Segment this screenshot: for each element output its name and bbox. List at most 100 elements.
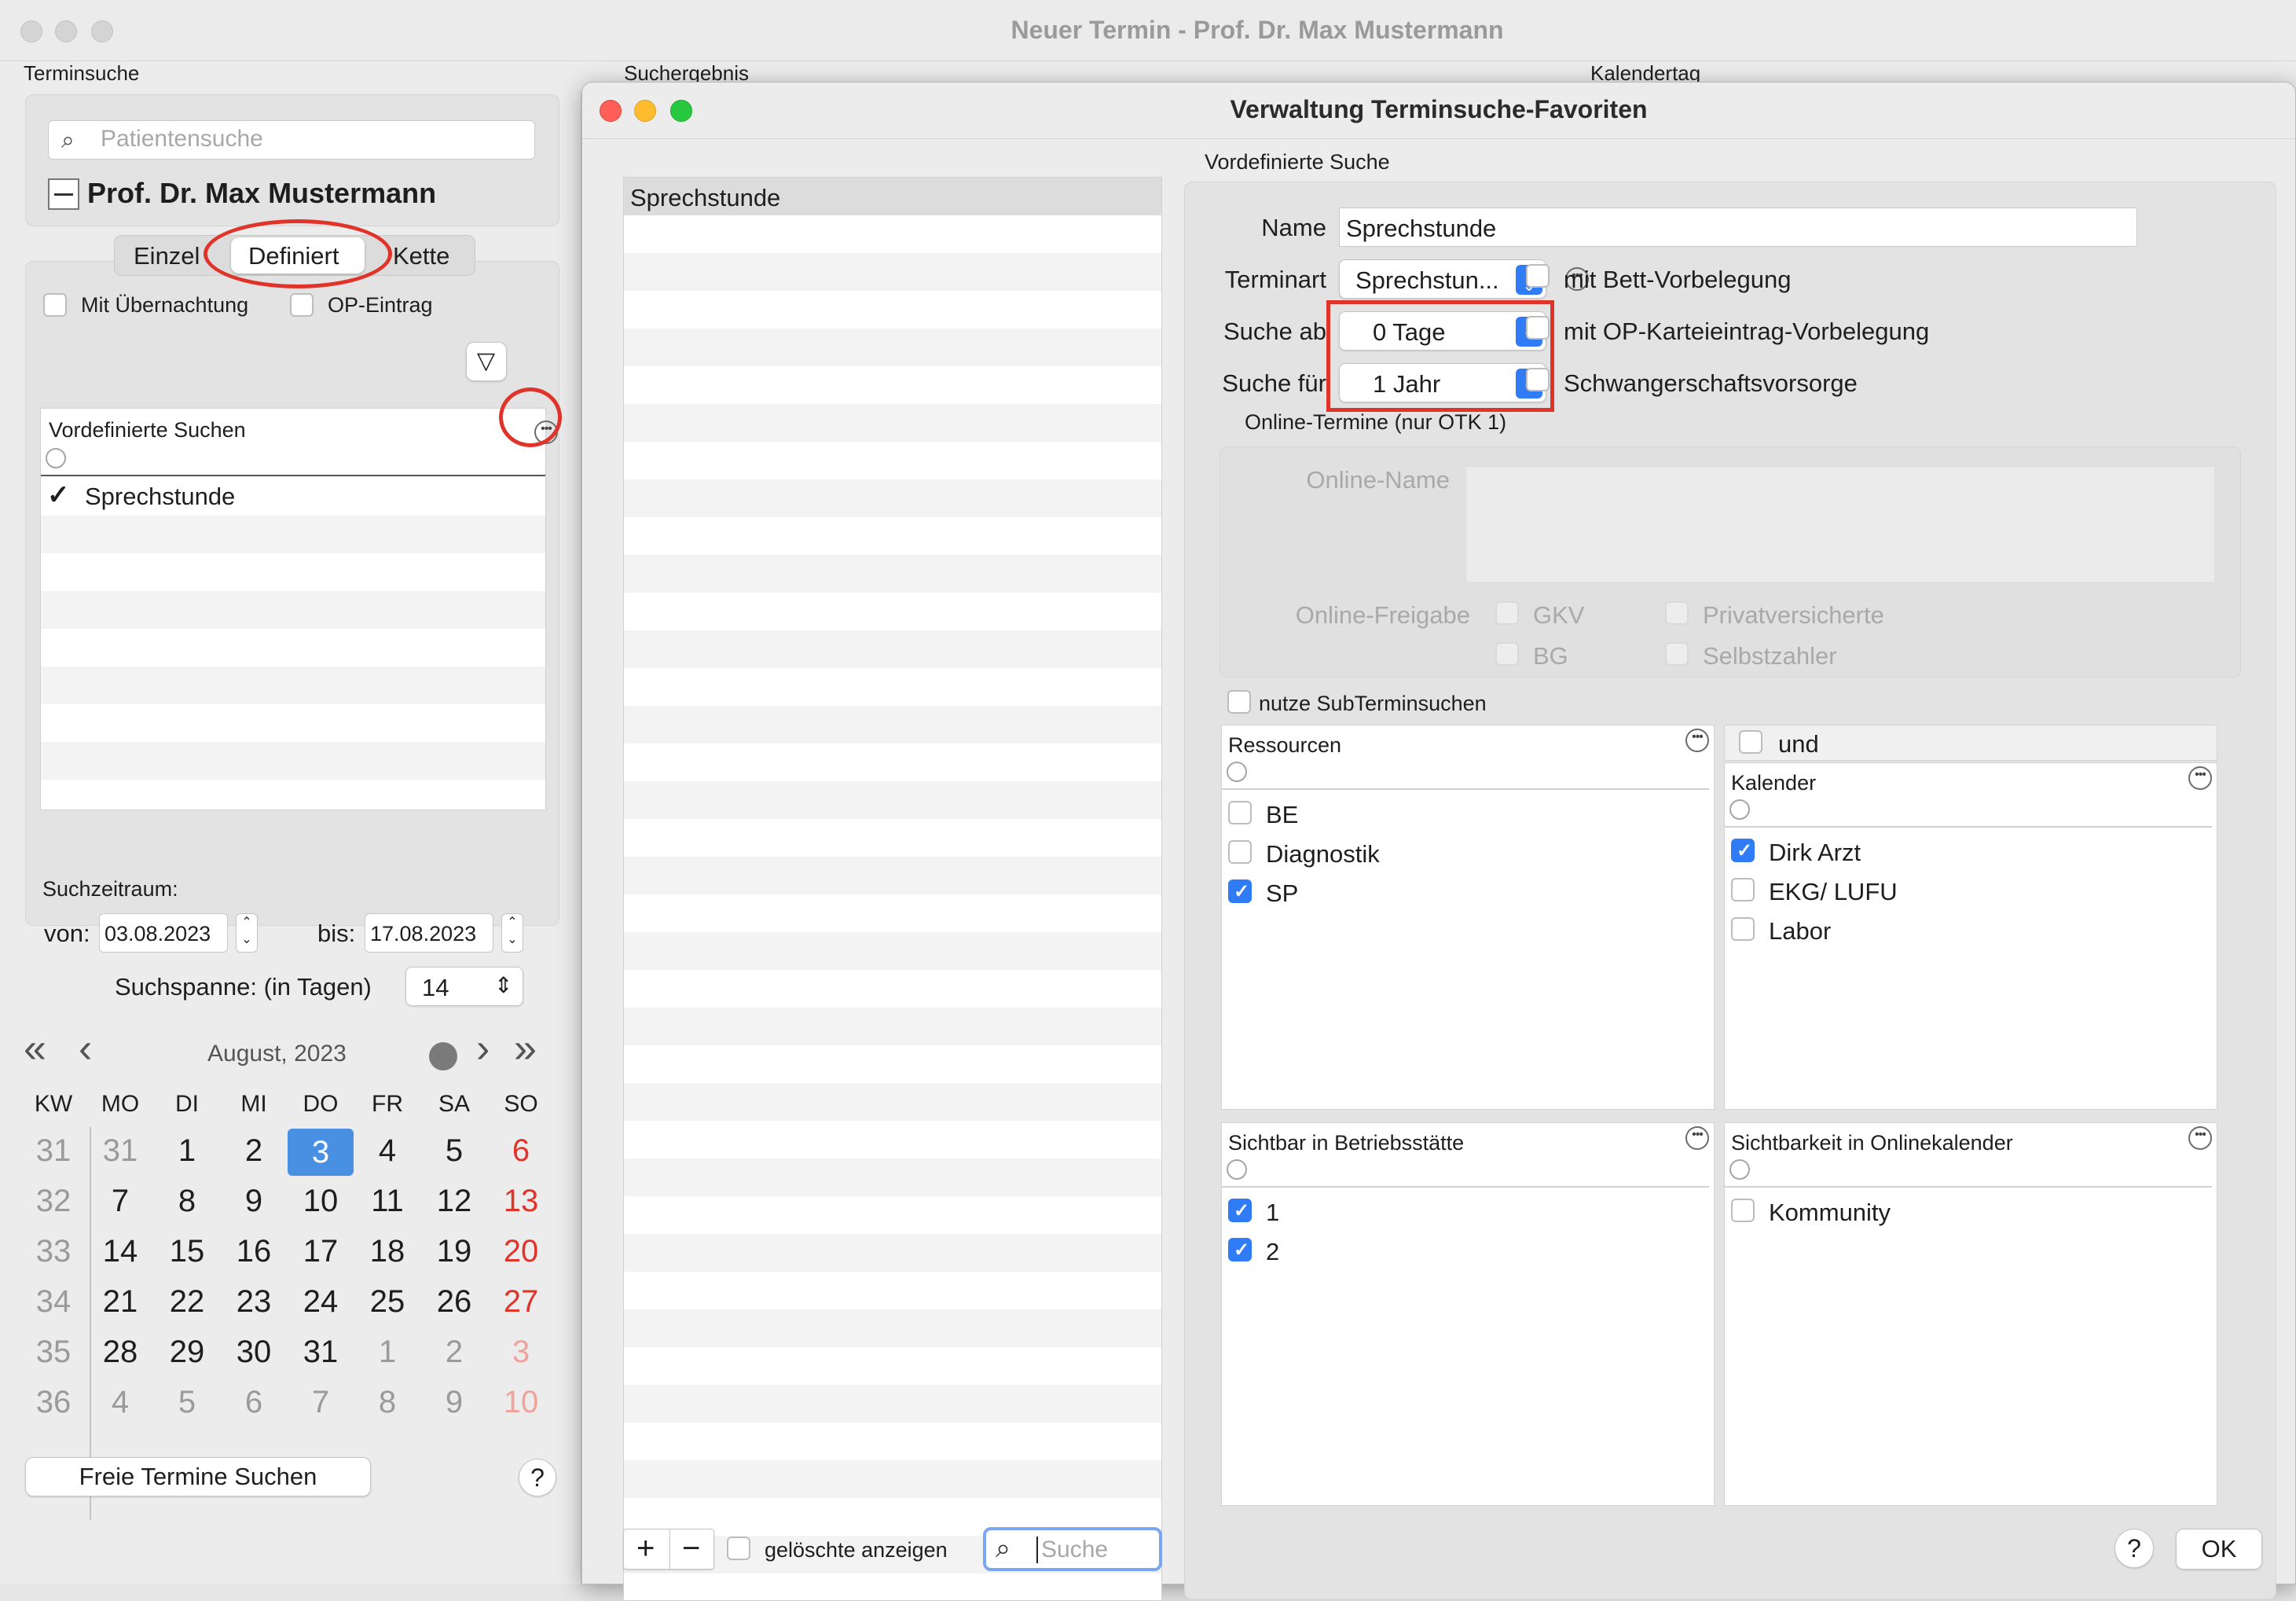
item-checkbox[interactable] bbox=[1228, 1238, 1252, 1261]
calendar-day[interactable]: 29 bbox=[163, 1335, 211, 1370]
calendar-day[interactable]: 23 bbox=[230, 1284, 277, 1320]
calendar-day[interactable]: 27 bbox=[497, 1284, 545, 1320]
and-checkbox[interactable] bbox=[1739, 730, 1762, 754]
calendar-day[interactable]: 6 bbox=[230, 1385, 277, 1420]
item-checkbox[interactable] bbox=[1228, 801, 1252, 824]
calendar-day[interactable]: 4 bbox=[97, 1385, 144, 1420]
list-item[interactable]: Diagnostik bbox=[1222, 835, 1709, 872]
tab-kette[interactable]: Kette bbox=[393, 242, 449, 270]
minimize-window-button[interactable] bbox=[55, 20, 77, 42]
calendar-day[interactable]: 30 bbox=[230, 1335, 277, 1370]
bg-checkbox[interactable] bbox=[1495, 642, 1519, 666]
calendar-day[interactable]: 11 bbox=[364, 1184, 411, 1219]
calendar-day[interactable]: 13 bbox=[497, 1184, 545, 1219]
list-item[interactable]: 1 bbox=[1222, 1194, 1709, 1230]
ok-button[interactable]: OK bbox=[2176, 1529, 2262, 1570]
to-date-field[interactable]: 17.08.2023 bbox=[365, 913, 493, 953]
item-checkbox[interactable] bbox=[1228, 840, 1252, 864]
next-year-icon[interactable]: » bbox=[514, 1025, 537, 1072]
from-date-stepper[interactable]: ⌃ ⌄ bbox=[236, 913, 258, 953]
calendar-day[interactable]: 7 bbox=[97, 1184, 144, 1219]
item-checkbox[interactable] bbox=[1731, 1199, 1755, 1222]
item-checkbox[interactable] bbox=[1228, 879, 1252, 903]
calendar-day[interactable]: 8 bbox=[163, 1184, 211, 1219]
dialog-help-button[interactable]: ? bbox=[2114, 1529, 2154, 1568]
calendar-day[interactable]: 25 bbox=[364, 1284, 411, 1320]
calendar-day[interactable]: 15 bbox=[163, 1234, 211, 1269]
calendar-day[interactable]: 2 bbox=[431, 1335, 478, 1370]
filter-button[interactable]: ▽ bbox=[466, 342, 507, 381]
calendar-day[interactable]: 10 bbox=[297, 1184, 344, 1219]
find-free-slots-button[interactable]: Freie Termine Suchen bbox=[25, 1457, 371, 1496]
collapse-icon[interactable] bbox=[48, 178, 79, 210]
list-item[interactable]: EKG/ LUFU bbox=[1725, 873, 2212, 909]
list-item[interactable]: Labor bbox=[1725, 912, 2212, 949]
calendar-day[interactable]: 1 bbox=[364, 1335, 411, 1370]
overnight-checkbox[interactable] bbox=[43, 293, 67, 317]
calendar-day[interactable]: 21 bbox=[97, 1284, 144, 1320]
calendar-day[interactable]: 10 bbox=[497, 1385, 545, 1420]
calendar-day[interactable]: 3 bbox=[288, 1129, 354, 1176]
prev-year-icon[interactable]: « bbox=[24, 1025, 46, 1072]
calendar-day[interactable]: 16 bbox=[230, 1234, 277, 1269]
show-deleted-checkbox[interactable] bbox=[727, 1537, 750, 1560]
calendar-day[interactable]: 26 bbox=[431, 1284, 478, 1320]
name-input[interactable]: Sprechstunde bbox=[1339, 207, 2137, 247]
next-month-icon[interactable]: › bbox=[476, 1025, 490, 1072]
calendar-day[interactable]: 5 bbox=[163, 1385, 211, 1420]
op-record-checkbox[interactable] bbox=[1526, 316, 1550, 340]
list-item[interactable]: Sprechstunde bbox=[624, 178, 1161, 215]
calendar-day[interactable]: 8 bbox=[364, 1385, 411, 1420]
prev-month-icon[interactable]: ‹ bbox=[79, 1025, 92, 1072]
zoom-window-button[interactable] bbox=[91, 20, 113, 42]
online-more-icon[interactable]: ••• bbox=[2188, 1126, 2212, 1150]
list-item[interactable]: 2 bbox=[1222, 1233, 1709, 1269]
resources-all-radio[interactable] bbox=[1227, 762, 1247, 782]
calendar-day[interactable]: 3 bbox=[497, 1335, 545, 1370]
calendar-more-icon[interactable]: ••• bbox=[2188, 766, 2212, 790]
calendar-day[interactable]: 6 bbox=[497, 1133, 545, 1169]
list-item[interactable]: Dirk Arzt bbox=[1725, 834, 2212, 870]
selfpay-checkbox[interactable] bbox=[1665, 642, 1689, 666]
site-all-radio[interactable] bbox=[1227, 1159, 1247, 1180]
pregnancy-checkbox[interactable] bbox=[1526, 368, 1550, 391]
calendar-all-radio[interactable] bbox=[1729, 799, 1750, 820]
calendar-day[interactable]: 12 bbox=[431, 1184, 478, 1219]
calendar-day[interactable]: 20 bbox=[497, 1234, 545, 1269]
calendar-day[interactable]: 31 bbox=[97, 1133, 144, 1169]
bed-checkbox[interactable] bbox=[1526, 264, 1550, 288]
calendar-day[interactable]: 2 bbox=[230, 1133, 277, 1169]
calendar-day[interactable]: 31 bbox=[297, 1335, 344, 1370]
patient-search-input[interactable]: ⌕ Patientensuche bbox=[48, 120, 535, 160]
calendar-day[interactable]: 24 bbox=[297, 1284, 344, 1320]
list-item[interactable]: BE bbox=[1222, 796, 1709, 832]
calendar-day[interactable]: 28 bbox=[97, 1335, 144, 1370]
resources-more-icon[interactable]: ••• bbox=[1685, 729, 1709, 752]
sub-search-checkbox[interactable] bbox=[1227, 690, 1251, 714]
span-select[interactable]: 14 ⇕ bbox=[405, 967, 523, 1006]
calendar-day[interactable]: 14 bbox=[97, 1234, 144, 1269]
favorites-search-input[interactable]: ⌕ Suche bbox=[983, 1527, 1162, 1571]
to-date-stepper[interactable]: ⌃ ⌄ bbox=[501, 913, 523, 953]
add-button[interactable]: + bbox=[636, 1531, 655, 1566]
list-item[interactable]: ✓ Sprechstunde bbox=[41, 479, 545, 516]
calendar-day[interactable]: 5 bbox=[431, 1133, 478, 1169]
calendar-day[interactable]: 9 bbox=[230, 1184, 277, 1219]
item-checkbox[interactable] bbox=[1731, 839, 1755, 862]
calendar-day[interactable]: 18 bbox=[364, 1234, 411, 1269]
remove-button[interactable]: − bbox=[682, 1531, 700, 1566]
close-window-button[interactable] bbox=[20, 20, 42, 42]
private-checkbox[interactable] bbox=[1665, 601, 1689, 625]
help-button[interactable]: ? bbox=[519, 1459, 556, 1496]
list-item[interactable]: SP bbox=[1222, 875, 1709, 911]
calendar-day[interactable]: 7 bbox=[297, 1385, 344, 1420]
calendar-day[interactable]: 1 bbox=[163, 1133, 211, 1169]
item-checkbox[interactable] bbox=[1228, 1199, 1252, 1222]
item-checkbox[interactable] bbox=[1731, 917, 1755, 941]
calendar-day[interactable]: 19 bbox=[431, 1234, 478, 1269]
today-dot-icon[interactable] bbox=[429, 1042, 457, 1070]
calendar-day[interactable]: 9 bbox=[431, 1385, 478, 1420]
list-item[interactable]: Kommunity bbox=[1725, 1194, 2212, 1230]
gkv-checkbox[interactable] bbox=[1495, 601, 1519, 625]
site-more-icon[interactable]: ••• bbox=[1685, 1126, 1709, 1150]
